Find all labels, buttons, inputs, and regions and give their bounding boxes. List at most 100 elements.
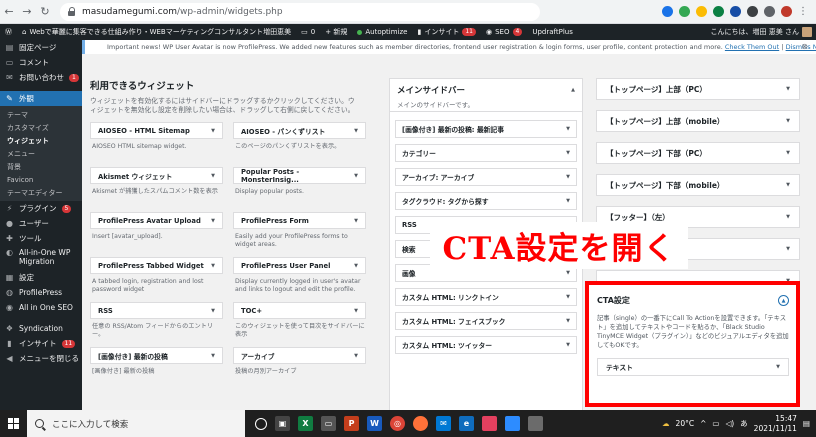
chevron-down-icon[interactable]: ▼ bbox=[786, 214, 790, 220]
taskbar-search[interactable]: ここに入力して検索 bbox=[27, 410, 245, 437]
extension-icon[interactable] bbox=[679, 6, 690, 17]
menu-aioseo[interactable]: ◉ All in One SEO bbox=[0, 300, 82, 315]
app-icon[interactable] bbox=[482, 416, 497, 431]
chevron-up-icon[interactable]: ^ bbox=[700, 419, 706, 428]
chevron-down-icon[interactable]: ▼ bbox=[354, 128, 358, 134]
admin-bar-new[interactable]: + 新規 bbox=[320, 24, 352, 40]
chevron-down-icon[interactable]: ▼ bbox=[566, 174, 570, 180]
admin-bar-seo[interactable]: ◉ SEO 4 bbox=[481, 24, 527, 40]
sidebar-widget[interactable]: カテゴリー ▼ bbox=[395, 144, 577, 162]
powerpoint-icon[interactable]: P bbox=[344, 416, 359, 431]
notification-icon[interactable]: ▤ bbox=[803, 419, 810, 428]
menu-migration[interactable]: ◐ All-in-One WP Migration bbox=[0, 246, 82, 270]
widget-area[interactable]: 【トップページ】上部（PC） ▼ bbox=[596, 78, 800, 100]
chevron-down-icon[interactable]: ▼ bbox=[566, 342, 570, 348]
submenu-customize[interactable]: カスタマイズ bbox=[0, 121, 82, 134]
chevron-down-icon[interactable]: ▼ bbox=[354, 173, 358, 179]
chevron-down-icon[interactable]: ▼ bbox=[566, 318, 570, 324]
zoom-icon[interactable] bbox=[505, 416, 520, 431]
chevron-down-icon[interactable]: ▼ bbox=[211, 308, 215, 314]
chevron-down-icon[interactable]: ▼ bbox=[211, 128, 215, 134]
chevron-down-icon[interactable]: ▼ bbox=[776, 364, 780, 370]
menu-syndication[interactable]: ❖ Syndication bbox=[0, 321, 82, 336]
chevron-down-icon[interactable]: ▼ bbox=[211, 173, 215, 179]
excel-icon[interactable]: X bbox=[298, 416, 313, 431]
menu-appearance[interactable]: ✎ 外観 bbox=[0, 91, 82, 106]
widget-box[interactable]: ProfilePress Form ▼ bbox=[233, 212, 366, 229]
menu-tools[interactable]: ✚ ツール bbox=[0, 231, 82, 246]
menu-dots-icon[interactable]: ⋮ bbox=[798, 6, 808, 17]
widget-area[interactable]: 【トップページ】上部（mobile） ▼ bbox=[596, 110, 800, 132]
mail-icon[interactable]: ✉ bbox=[436, 416, 451, 431]
chevron-down-icon[interactable]: ▼ bbox=[786, 182, 790, 188]
menu-profilepress[interactable]: ◍ ProfilePress bbox=[0, 285, 82, 300]
menu-collapse[interactable]: ◀ メニューを閉じる bbox=[0, 351, 82, 366]
sidebar-widget[interactable]: カスタム HTML: リンクトイン ▼ bbox=[395, 288, 577, 306]
sidebar-widget[interactable]: カスタム HTML: ツイッター ▼ bbox=[395, 336, 577, 354]
submenu-favicon[interactable]: Favicon bbox=[0, 173, 82, 186]
admin-bar-updraft[interactable]: UpdraftPlus bbox=[527, 24, 578, 40]
back-icon[interactable]: ← bbox=[0, 3, 18, 21]
menu-users[interactable]: ● ユーザー bbox=[0, 216, 82, 231]
menu-plugins[interactable]: ⚡ プラグイン 5 bbox=[0, 201, 82, 216]
submenu-menus[interactable]: メニュー bbox=[0, 147, 82, 160]
admin-bar-autoptimize[interactable]: Autoptimize bbox=[352, 24, 412, 40]
puzzle-icon[interactable] bbox=[764, 6, 775, 17]
widget-box[interactable]: AIOSEO - パンくずリスト ▼ bbox=[233, 122, 366, 139]
chevron-down-icon[interactable]: ▼ bbox=[566, 294, 570, 300]
chevron-down-icon[interactable]: ▼ bbox=[786, 118, 790, 124]
widget-box[interactable]: Popular Posts - MonsterInsig... ▼ bbox=[233, 167, 366, 184]
widget-box[interactable]: TOC+ ▼ bbox=[233, 302, 366, 319]
extension-icon[interactable] bbox=[662, 6, 673, 17]
app-icon[interactable] bbox=[528, 416, 543, 431]
widget-box[interactable]: ProfilePress User Panel ▼ bbox=[233, 257, 366, 274]
widget-box[interactable]: AIOSEO - HTML Sitemap ▼ bbox=[90, 122, 223, 139]
widget-box[interactable]: [画像付き] 最新の投稿 ▼ bbox=[90, 347, 223, 364]
temperature[interactable]: 20°C bbox=[676, 419, 695, 428]
sidebar-widget[interactable]: [画像付き] 最新の投稿: 最新記事 ▼ bbox=[395, 120, 577, 138]
check-them-out-link[interactable]: Check Them Out bbox=[725, 43, 779, 51]
network-icon[interactable]: ▭ bbox=[712, 419, 719, 428]
task-view-icon[interactable]: ▣ bbox=[275, 416, 290, 431]
widget-box[interactable]: Akismet ウィジェット ▼ bbox=[90, 167, 223, 184]
address-bar[interactable]: masudamegumi.com/wp-admin/widgets.php bbox=[60, 2, 540, 21]
wp-logo-icon[interactable]: Ⓦ bbox=[0, 24, 17, 40]
sidebar-widget[interactable]: アーカイブ: アーカイブ ▼ bbox=[395, 168, 577, 186]
extension-icon[interactable] bbox=[730, 6, 741, 17]
submenu-themes[interactable]: テーマ bbox=[0, 108, 82, 121]
widget-box[interactable]: アーカイブ ▼ bbox=[233, 347, 366, 364]
chevron-down-icon[interactable]: ▼ bbox=[566, 150, 570, 156]
profile-avatar[interactable] bbox=[781, 6, 792, 17]
admin-bar-site[interactable]: ⌂ Webで華麗に集客できる仕組み作り・WEBマーケティングコンサルタント増田恵美 bbox=[17, 24, 296, 40]
menu-comments[interactable]: ▭ コメント bbox=[0, 55, 82, 70]
widget-box[interactable]: ProfilePress Tabbed Widget ▼ bbox=[90, 257, 223, 274]
sidebar-widget[interactable]: タグクラウド: タグから探す ▼ bbox=[395, 192, 577, 210]
extension-icon[interactable] bbox=[713, 6, 724, 17]
widget-box[interactable]: RSS ▼ bbox=[90, 302, 223, 319]
volume-icon[interactable]: ◁) bbox=[725, 419, 734, 428]
menu-contact[interactable]: ✉ お問い合わせ 1 bbox=[0, 70, 82, 85]
menu-insight[interactable]: ▮ インサイト 11 bbox=[0, 336, 82, 351]
word-icon[interactable]: W bbox=[367, 416, 382, 431]
chevron-down-icon[interactable]: ▼ bbox=[211, 353, 215, 359]
menu-pages[interactable]: ▤ 固定ページ bbox=[0, 40, 82, 55]
windows-start-button[interactable] bbox=[0, 410, 27, 437]
forward-icon[interactable]: → bbox=[18, 3, 36, 21]
sidebar-widget[interactable]: カスタム HTML: フェイスブック ▼ bbox=[395, 312, 577, 330]
chevron-down-icon[interactable]: ▼ bbox=[786, 246, 790, 252]
clock[interactable]: 15:47 2021/11/11 bbox=[754, 414, 797, 434]
widget-area[interactable]: 【トップページ】下部（mobile） ▼ bbox=[596, 174, 800, 196]
widget-area[interactable]: 【トップページ】下部（PC） ▼ bbox=[596, 142, 800, 164]
submenu-theme-editor[interactable]: テーマエディター bbox=[0, 186, 82, 199]
chevron-down-icon[interactable]: ▼ bbox=[354, 308, 358, 314]
close-icon[interactable]: ⊗ bbox=[801, 42, 808, 51]
chevron-down-icon[interactable]: ▼ bbox=[786, 86, 790, 92]
ime-indicator[interactable]: あ bbox=[740, 418, 748, 429]
widget-box[interactable]: ProfilePress Avatar Upload ▼ bbox=[90, 212, 223, 229]
edge-icon[interactable]: e bbox=[459, 416, 474, 431]
file-explorer-icon[interactable]: ▭ bbox=[321, 416, 336, 431]
cortana-icon[interactable] bbox=[255, 417, 267, 430]
chrome-icon[interactable]: ◎ bbox=[390, 416, 405, 431]
chevron-down-icon[interactable]: ▼ bbox=[566, 198, 570, 204]
chevron-down-icon[interactable]: ▼ bbox=[211, 218, 215, 224]
